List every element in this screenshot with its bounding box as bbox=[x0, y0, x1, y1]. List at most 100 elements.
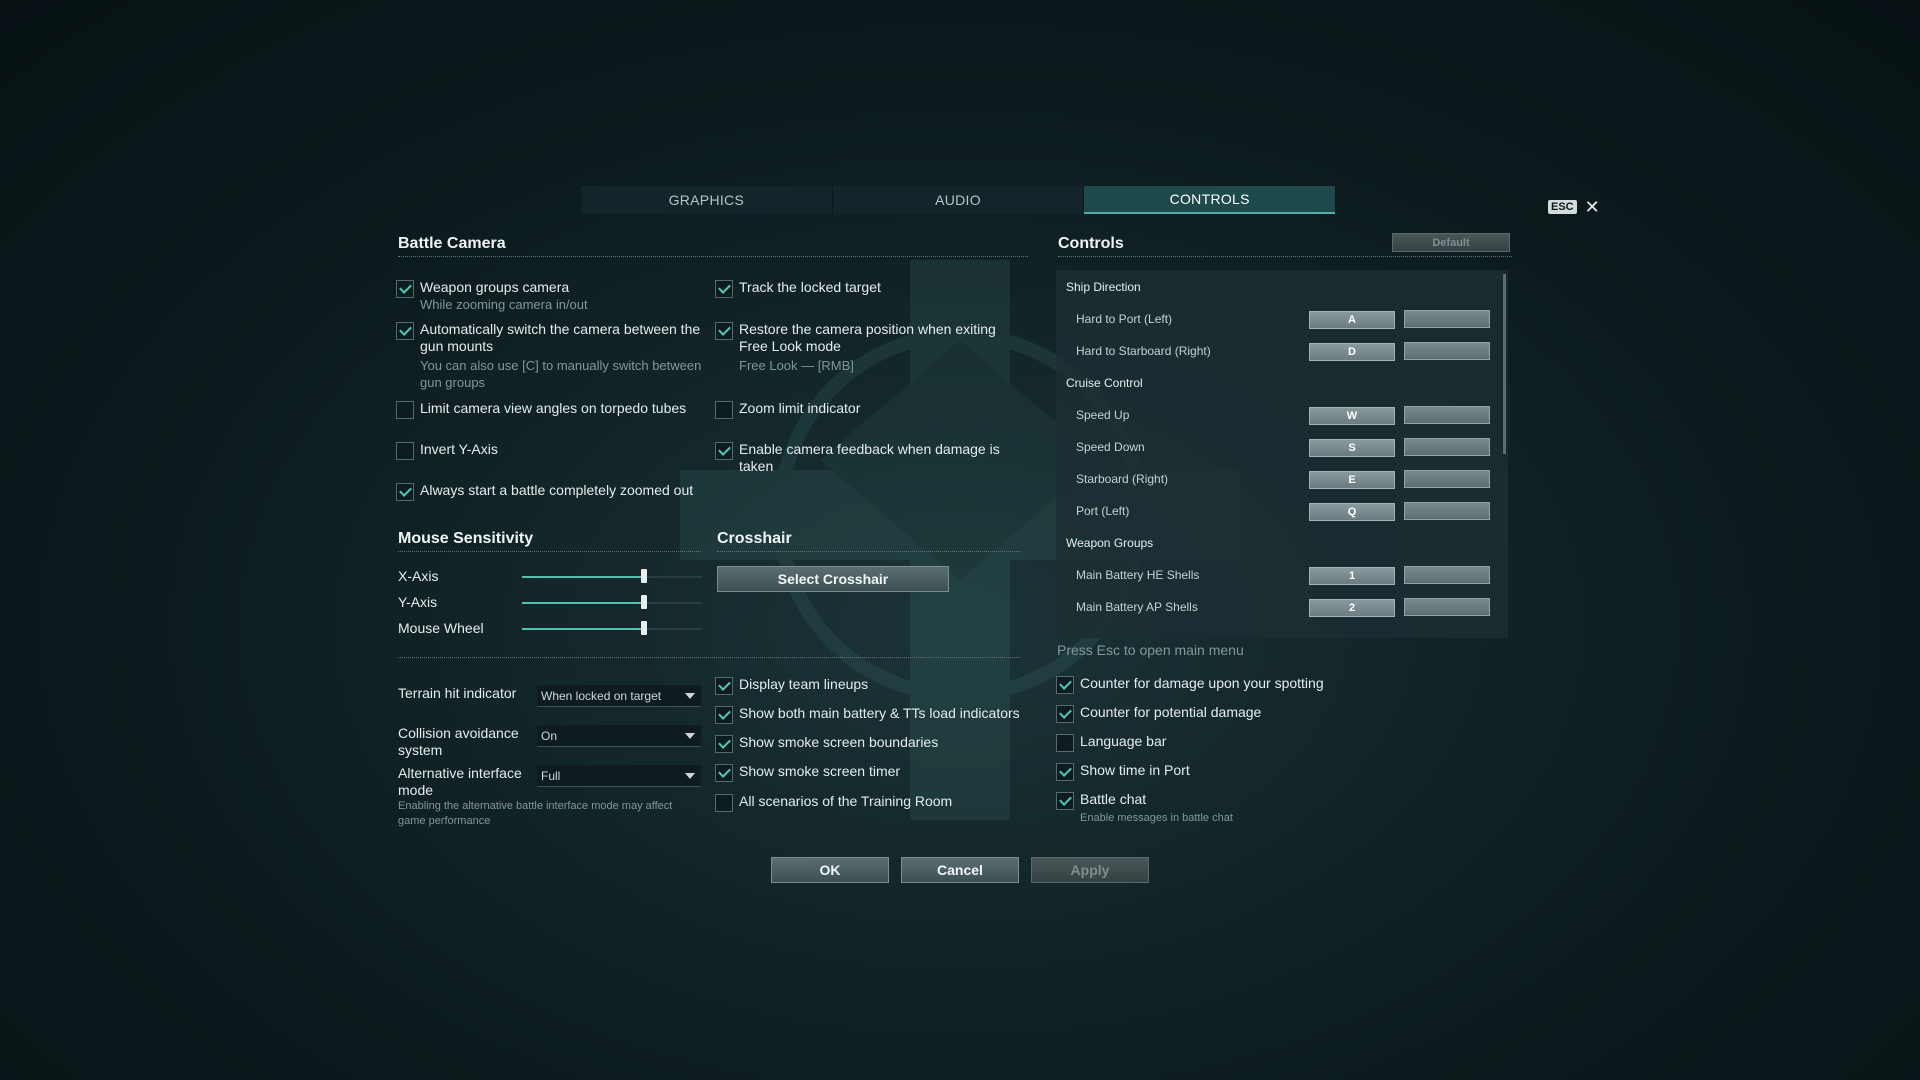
keybind-secondary[interactable] bbox=[1404, 502, 1490, 520]
keybind-secondary[interactable] bbox=[1404, 470, 1490, 488]
keybind-secondary[interactable] bbox=[1404, 310, 1490, 328]
apply-button[interactable]: Apply bbox=[1031, 857, 1149, 883]
checkbox-battle-chat[interactable]: Battle chat Enable messages in battle ch… bbox=[1056, 791, 1456, 827]
keybind-action: Main Battery HE Shells bbox=[1076, 568, 1200, 582]
checkbox-zoom-limit-indicator[interactable]: Zoom limit indicator bbox=[715, 400, 1015, 419]
checkbox-restore-camera-position[interactable]: Restore the camera position when exiting… bbox=[715, 321, 1015, 374]
checkbox[interactable] bbox=[396, 442, 414, 460]
checkbox-invert-y-axis[interactable]: Invert Y-Axis bbox=[396, 441, 706, 460]
keybind-secondary[interactable] bbox=[1404, 438, 1490, 456]
checkbox[interactable] bbox=[715, 794, 733, 812]
keybind-action: Speed Down bbox=[1076, 440, 1145, 454]
checkbox[interactable] bbox=[715, 764, 733, 782]
keybind-secondary[interactable] bbox=[1404, 406, 1490, 424]
divider bbox=[398, 551, 701, 552]
checkbox[interactable] bbox=[715, 322, 733, 340]
close-button[interactable]: ESC ✕ bbox=[1548, 198, 1600, 216]
esc-hint: Press Esc to open main menu bbox=[1057, 642, 1244, 658]
checkbox-weapon-groups-camera[interactable]: Weapon groups camera While zooming camer… bbox=[396, 279, 706, 313]
mouse-wheel-slider[interactable] bbox=[522, 621, 702, 635]
slider-thumb[interactable] bbox=[641, 569, 648, 583]
checkbox[interactable] bbox=[1056, 734, 1074, 752]
checkbox[interactable] bbox=[396, 322, 414, 340]
checkbox-sublabel: Enable messages in battle chat bbox=[1080, 812, 1233, 824]
checkbox-label: Always start a battle completely zoomed … bbox=[420, 482, 694, 498]
mouse-sensitivity-title: Mouse Sensitivity bbox=[398, 530, 534, 547]
checkbox-show-time-in-port[interactable]: Show time in Port bbox=[1056, 762, 1456, 781]
settings-tabs: GRAPHICS AUDIO CONTROLS bbox=[581, 186, 1336, 214]
cancel-button[interactable]: Cancel bbox=[901, 857, 1019, 883]
keybind-secondary[interactable] bbox=[1404, 598, 1490, 616]
checkbox[interactable] bbox=[396, 483, 414, 501]
keybind-primary[interactable]: W bbox=[1309, 407, 1395, 425]
keybind-primary[interactable]: E bbox=[1309, 471, 1395, 489]
crosshair-title: Crosshair bbox=[717, 530, 792, 547]
slider-fill bbox=[522, 628, 645, 630]
checkbox[interactable] bbox=[1056, 676, 1074, 694]
y-axis-slider[interactable] bbox=[522, 595, 702, 609]
checkbox-smoke-boundaries[interactable]: Show smoke screen boundaries bbox=[715, 734, 1035, 753]
divider bbox=[398, 657, 1021, 658]
tab-graphics[interactable]: GRAPHICS bbox=[581, 186, 833, 214]
chevron-down-icon bbox=[685, 773, 695, 779]
battle-camera-title: Battle Camera bbox=[398, 235, 506, 252]
checkbox-camera-feedback-damage[interactable]: Enable camera feedback when damage is ta… bbox=[715, 441, 1015, 475]
keybind-primary[interactable]: S bbox=[1309, 439, 1395, 457]
chevron-down-icon bbox=[685, 693, 695, 699]
checkbox[interactable] bbox=[715, 735, 733, 753]
checkbox-label: Language bar bbox=[1080, 733, 1167, 749]
divider bbox=[1058, 256, 1512, 257]
checkbox[interactable] bbox=[396, 401, 414, 419]
checkbox[interactable] bbox=[715, 677, 733, 695]
checkbox-display-team-lineups[interactable]: Display team lineups bbox=[715, 676, 1035, 695]
dropdown-value: On bbox=[541, 728, 558, 743]
checkbox-label: Invert Y-Axis bbox=[420, 441, 498, 457]
ok-button[interactable]: OK bbox=[771, 857, 889, 883]
checkbox[interactable] bbox=[1056, 763, 1074, 781]
checkbox-label: Weapon groups camera bbox=[420, 279, 570, 295]
checkbox-limit-torpedo-angles[interactable]: Limit camera view angles on torpedo tube… bbox=[396, 400, 706, 419]
keybind-primary[interactable]: Q bbox=[1309, 503, 1395, 521]
checkbox[interactable] bbox=[1056, 792, 1074, 810]
checkbox[interactable] bbox=[1056, 705, 1074, 723]
keybind-secondary[interactable] bbox=[1404, 566, 1490, 584]
dropdown-value: Full bbox=[541, 768, 561, 783]
checkbox-start-zoomed-out[interactable]: Always start a battle completely zoomed … bbox=[396, 482, 706, 501]
slider-thumb[interactable] bbox=[641, 595, 648, 609]
keybind-primary[interactable]: A bbox=[1309, 311, 1395, 329]
tab-controls[interactable]: CONTROLS bbox=[1084, 186, 1336, 214]
keybinding-scrollbar[interactable] bbox=[1503, 274, 1506, 454]
esc-key-badge: ESC bbox=[1548, 200, 1577, 214]
select-crosshair-button[interactable]: Select Crosshair bbox=[717, 566, 949, 592]
checkbox[interactable] bbox=[715, 401, 733, 419]
checkbox-language-bar[interactable]: Language bar bbox=[1056, 733, 1456, 752]
checkbox[interactable] bbox=[715, 280, 733, 298]
slider-fill bbox=[522, 602, 645, 604]
default-button[interactable]: Default bbox=[1392, 233, 1510, 252]
keybind-action: Port (Left) bbox=[1076, 504, 1130, 518]
chevron-down-icon bbox=[685, 733, 695, 739]
slider-thumb[interactable] bbox=[641, 621, 648, 635]
checkbox-training-room-scenarios[interactable]: All scenarios of the Training Room bbox=[715, 793, 1035, 812]
checkbox-damage-spotting-counter[interactable]: Counter for damage upon your spotting bbox=[1056, 675, 1456, 694]
checkbox-load-indicators[interactable]: Show both main battery & TTs load indica… bbox=[715, 705, 1035, 724]
checkbox-smoke-timer[interactable]: Show smoke screen timer bbox=[715, 763, 1035, 782]
dropdown-value: When locked on target bbox=[541, 688, 662, 703]
checkbox[interactable] bbox=[715, 706, 733, 724]
keybind-primary[interactable]: D bbox=[1309, 343, 1395, 361]
alternative-interface-dropdown[interactable]: Full bbox=[537, 765, 701, 787]
x-axis-slider[interactable] bbox=[522, 569, 702, 583]
checkbox[interactable] bbox=[715, 442, 733, 460]
keybind-primary[interactable]: 1 bbox=[1309, 567, 1395, 585]
checkbox-track-locked-target[interactable]: Track the locked target bbox=[715, 279, 1015, 298]
collision-avoidance-dropdown[interactable]: On bbox=[537, 725, 701, 747]
keybind-primary[interactable]: 2 bbox=[1309, 599, 1395, 617]
checkbox-label: Show smoke screen timer bbox=[739, 763, 901, 779]
checkbox[interactable] bbox=[396, 280, 414, 298]
checkbox-auto-switch-camera[interactable]: Automatically switch the camera between … bbox=[396, 321, 706, 391]
keybind-secondary[interactable] bbox=[1404, 342, 1490, 360]
close-icon[interactable]: ✕ bbox=[1585, 198, 1600, 216]
terrain-hit-indicator-dropdown[interactable]: When locked on target bbox=[537, 685, 701, 707]
tab-audio[interactable]: AUDIO bbox=[833, 186, 1085, 214]
checkbox-potential-damage-counter[interactable]: Counter for potential damage bbox=[1056, 704, 1456, 723]
